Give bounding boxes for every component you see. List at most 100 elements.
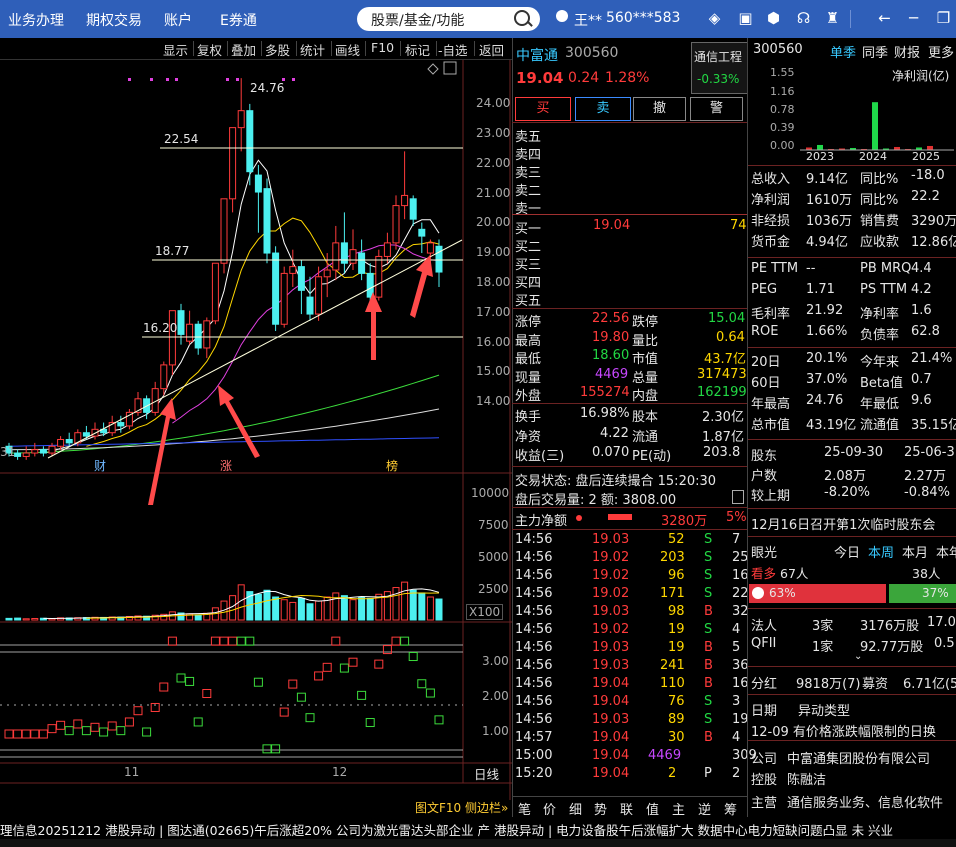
back-arrow-icon[interactable]: ← bbox=[877, 11, 892, 26]
menu-options[interactable]: 期权交易 bbox=[86, 10, 142, 30]
toolbar-stats[interactable]: 统计 bbox=[300, 40, 325, 59]
tab-linked[interactable]: 联 bbox=[620, 799, 633, 818]
sentiment-tab-week[interactable]: 本周 bbox=[868, 542, 894, 561]
flow-dropdown-icon[interactable] bbox=[576, 515, 582, 521]
toolbar-draw[interactable]: 画线 bbox=[335, 40, 360, 59]
toolbar-overlay[interactable]: 叠加 bbox=[231, 40, 256, 59]
toolbar-favorite[interactable]: -自选 bbox=[438, 40, 468, 59]
fin-label: 同比% bbox=[860, 172, 899, 187]
sector-name: 通信工程 bbox=[694, 50, 743, 64]
tick-row[interactable]: 14:56 19.03 241 B 36 bbox=[512, 657, 749, 675]
sell-button[interactable]: 卖 bbox=[575, 97, 631, 121]
thumb-up-icon[interactable] bbox=[752, 587, 764, 599]
bid-1-label: 买一 bbox=[515, 222, 542, 237]
user-name[interactable]: 王** bbox=[574, 10, 602, 30]
expand-icon[interactable] bbox=[732, 490, 744, 504]
fin-label: 净利率 bbox=[860, 307, 900, 322]
fin-tab-same-quarter[interactable]: 同季 bbox=[862, 42, 888, 61]
toolbar-back[interactable]: 返回 bbox=[479, 40, 504, 59]
service-icon[interactable]: ☊ bbox=[796, 11, 811, 26]
toolbar-multi[interactable]: 多股 bbox=[265, 40, 290, 59]
ask-4-label: 卖四 bbox=[515, 148, 542, 163]
tick-cell: 19.04 bbox=[592, 766, 630, 781]
menu-business[interactable]: 业务办理 bbox=[8, 10, 64, 30]
restore-icon[interactable]: ❐ bbox=[936, 11, 951, 26]
tab-main[interactable]: 主 bbox=[672, 799, 685, 818]
candle-body bbox=[48, 445, 56, 454]
indicator-step bbox=[357, 690, 367, 700]
sentiment-tab-today[interactable]: 今日 bbox=[834, 542, 860, 561]
kline-chart[interactable] bbox=[0, 60, 512, 800]
volume-bar bbox=[366, 597, 374, 621]
toolbar-show[interactable]: 显示 bbox=[163, 40, 188, 59]
sentiment-tab-month[interactable]: 本月 bbox=[902, 542, 928, 561]
alert-button[interactable]: 警 bbox=[690, 97, 743, 121]
sentiment-tab-year[interactable]: 本年 bbox=[936, 542, 956, 561]
search-placeholder: 股票/基金/功能 bbox=[371, 13, 465, 29]
news-icon[interactable]: ▣ bbox=[738, 11, 753, 26]
tick-row[interactable]: 14:56 19.02 171 S 22 bbox=[512, 585, 749, 603]
tick-row[interactable]: 15:20 19.04 2 P 2 bbox=[512, 765, 747, 783]
search-icon[interactable] bbox=[514, 10, 530, 26]
tab-trades[interactable]: 笔 bbox=[518, 799, 531, 818]
settings-icon[interactable]: ⬢ bbox=[766, 11, 781, 26]
top-navigation-bar: 业务办理 期权交易 账户 E券通 股票/基金/功能 王** 560***583 … bbox=[0, 0, 956, 38]
layers-icon[interactable]: ◈ bbox=[707, 11, 722, 26]
cancel-order-button[interactable]: 撤 bbox=[633, 97, 686, 121]
tick-row[interactable]: 14:56 19.03 98 B 32 bbox=[512, 603, 749, 621]
minimize-icon[interactable]: ─ bbox=[906, 11, 921, 26]
volume-bar bbox=[418, 592, 426, 621]
fin-value: 35.15亿 bbox=[911, 418, 956, 433]
tab-chips[interactable]: 筹 bbox=[724, 799, 737, 818]
user-icon[interactable] bbox=[556, 10, 568, 22]
fin-label: 总收入 bbox=[751, 172, 791, 187]
tick-cell: S bbox=[704, 622, 713, 637]
tick-row[interactable]: 14:56 19.04 110 B 16 bbox=[512, 675, 749, 693]
toolbar-restore[interactable]: 复权 bbox=[197, 40, 222, 59]
tick-list[interactable]: 14:56 19.03 52 S 7 14:56 19.02 203 S 2 5 14:56 19.02… bbox=[512, 531, 757, 786]
tab-detail[interactable]: 细 bbox=[569, 799, 582, 818]
tick-row[interactable]: 14:56 19.02 96 S 16 bbox=[512, 567, 749, 585]
toolbar-mark[interactable]: 标记 bbox=[405, 40, 430, 59]
menu-account[interactable]: 账户 bbox=[164, 10, 192, 30]
tab-value[interactable]: 值 bbox=[646, 799, 659, 818]
shareholder-meeting-notice[interactable]: 12月16日召开第1次临时股东会 bbox=[751, 514, 935, 533]
tick-row[interactable]: 14:56 19.03 89 S 19 bbox=[512, 711, 749, 729]
tick-row[interactable]: 14:56 19.03 19 B 5 bbox=[512, 639, 747, 657]
expand-icon[interactable] bbox=[443, 61, 457, 75]
tick-cell: 3 bbox=[732, 694, 741, 709]
volume-bar bbox=[435, 598, 443, 621]
tick-row[interactable]: 14:56 19.04 76 S 3 bbox=[512, 693, 747, 711]
tab-reverse[interactable]: 逆 bbox=[698, 799, 711, 818]
indicator-step bbox=[193, 717, 203, 727]
news-ticker-text[interactable]: 理信息20251212 港股异动 | 图达通(02665)午后涨超20% 公司为… bbox=[0, 820, 893, 839]
tick-row[interactable]: 14:57 19.04 30 B 4 bbox=[512, 729, 747, 747]
tab-trend[interactable]: 势 bbox=[594, 799, 607, 818]
diamond-icon[interactable] bbox=[427, 63, 439, 75]
fin-tab-more[interactable]: 更多 bbox=[928, 42, 954, 61]
indicator-step bbox=[348, 657, 358, 667]
toolbar-f10[interactable]: F10 bbox=[371, 40, 394, 55]
fin-tab-report[interactable]: 财报 bbox=[894, 42, 920, 61]
tick-row[interactable]: 14:56 19.03 52 S 7 bbox=[512, 531, 747, 549]
event-row[interactable]: 12-09 有价格涨跌幅限制的日换 bbox=[751, 721, 936, 740]
sector-box[interactable]: 通信工程 -0.33% bbox=[691, 42, 748, 94]
side-panel-toggle[interactable]: 图文F10 侧边栏» bbox=[415, 799, 508, 816]
tab-price[interactable]: 价 bbox=[543, 799, 556, 818]
fin-label: 60日 bbox=[751, 376, 781, 391]
menu-equan[interactable]: E券通 bbox=[220, 10, 257, 30]
indicator-step bbox=[210, 636, 220, 646]
tick-row[interactable]: 15:00 19.04 4469 309 bbox=[512, 747, 757, 765]
buy-button[interactable]: 买 bbox=[515, 97, 571, 121]
search-input[interactable]: 股票/基金/功能 bbox=[357, 7, 540, 31]
news-ticker[interactable]: 理信息20251212 港股异动 | 图达通(02665)午后涨超20% 公司为… bbox=[0, 817, 956, 839]
tick-row[interactable]: 14:56 19.02 203 S 25 bbox=[512, 549, 749, 567]
main-flow-pct: 5% bbox=[726, 510, 747, 525]
chevron-down-icon[interactable]: ⌄ bbox=[854, 651, 862, 662]
trend-line bbox=[47, 239, 463, 459]
holder-cell: -0.84% bbox=[904, 485, 950, 500]
tick-row[interactable]: 14:56 19.02 19 S 4 bbox=[512, 621, 747, 639]
fin-tab-quarter[interactable]: 单季 bbox=[830, 42, 856, 61]
shirt-icon[interactable]: ♜ bbox=[825, 11, 840, 26]
indicator-step bbox=[13, 729, 23, 739]
